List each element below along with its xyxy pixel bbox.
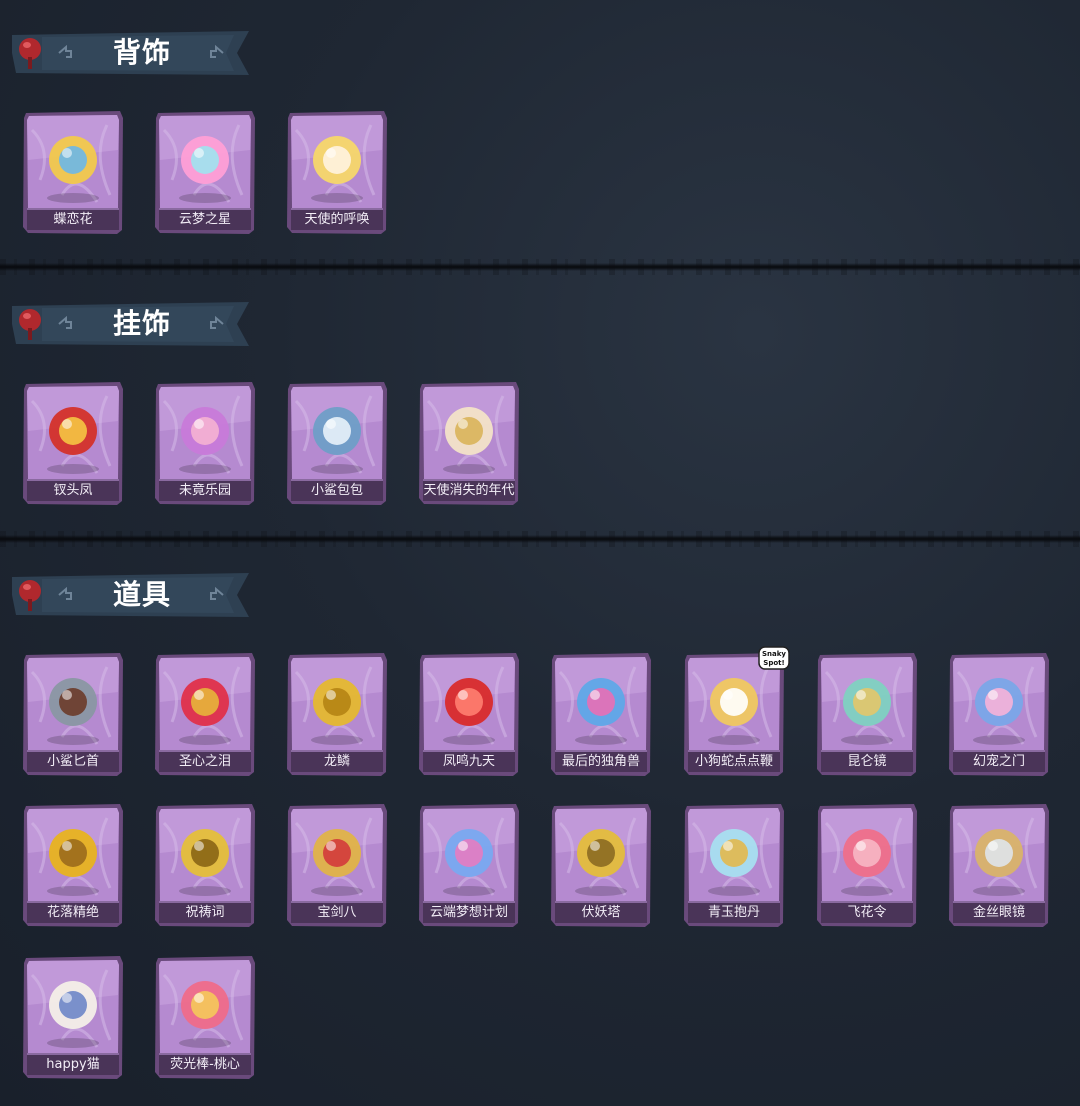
item-card[interactable]: 幻宠之门 [948,652,1050,777]
item-card[interactable]: 最后的独角兽 [550,652,652,777]
arrow-left-icon [58,316,72,329]
jade-vase-icon [708,829,760,896]
golden-shovel-icon [311,678,363,745]
item-card[interactable]: 未竟乐园 [154,381,256,506]
gold-cross-icon [179,829,231,896]
item-card[interactable]: 昆仑镜 [816,652,918,777]
section-divider [0,531,1080,547]
item-card[interactable]: 青玉抱丹 [683,803,785,928]
item-name: 昆仑镜 [847,754,887,769]
jade-mirror-icon [841,678,893,745]
item-card[interactable]: 云梦之星 [154,110,256,235]
section-divider [0,259,1080,275]
angel-doll-icon [311,136,363,203]
item-card[interactable]: 蝶恋花 [22,110,124,235]
item-name: 钗头凤 [53,483,93,498]
item-card[interactable]: 伏妖塔 [550,803,652,928]
arrow-right-icon [210,587,224,600]
pushpin-icon [19,309,41,340]
heart-locket-icon [311,829,363,896]
item-name: 荧光棒-桃心 [170,1057,240,1072]
item-name: 伏妖塔 [581,905,621,920]
section-title: 背饰 [112,36,171,69]
section-header-back-accessories: 背饰 [12,31,249,75]
item-card[interactable]: 凤鸣九天 [418,652,520,777]
arrow-left-icon [58,45,72,58]
item-card[interactable]: 荧光棒-桃心 [154,955,256,1080]
item-name: happy猫 [46,1057,100,1072]
section-title: 道具 [112,578,171,611]
golden-pagoda-icon [575,829,627,896]
item-name: 凤鸣九天 [442,754,495,769]
item-name: 蝶恋花 [53,212,93,227]
pushpin-icon [19,38,41,69]
flower-bouquet-icon [841,829,893,896]
svg-text:Spot!: Spot! [763,659,784,667]
item-name: 圣心之泪 [178,754,231,769]
item-card[interactable]: 飞花令 [816,803,918,928]
section-header-pendants: 挂饰 [12,302,249,346]
item-name: 最后的独角兽 [561,754,640,769]
item-card[interactable]: 小鲨匕首 [22,652,124,777]
svg-text:Snaky: Snaky [762,650,786,658]
dancing-cat-icon [47,981,99,1048]
shark-dagger-icon [47,678,99,745]
arrow-right-icon [210,316,224,329]
butterfly-bell-icon [47,136,99,203]
pushpin-icon [19,580,41,611]
item-card[interactable]: 金丝眼镜 [948,803,1050,928]
item-name: 幻宠之门 [972,754,1025,769]
snaky-spot-badge: Snaky Spot! [758,646,790,670]
item-card[interactable]: 小狗蛇点点鞭 [683,652,785,777]
section-title: 挂饰 [112,307,171,340]
item-name: 云梦之星 [178,212,231,227]
glasses-icon [973,829,1025,896]
candy-girl-doll-icon [179,407,231,474]
item-card[interactable]: 天使的呼唤 [286,110,388,235]
item-name: 龙鳞 [323,754,350,769]
unicorn-horn-icon [575,678,627,745]
arrow-left-icon [58,587,72,600]
item-name: 未竟乐园 [178,483,231,498]
item-card[interactable]: 小鲨包包 [286,381,388,506]
item-name: 青玉抱丹 [707,905,760,920]
item-name: 天使的呼唤 [304,212,370,227]
heart-wand-icon [179,981,231,1048]
gold-flower-chain-icon [47,829,99,896]
unicorn-cloud-icon [179,136,231,203]
item-name: 花落精绝 [46,905,99,920]
shark-bag-icon [311,407,363,474]
item-card[interactable]: 圣心之泪 [154,652,256,777]
red-sword-icon [443,678,495,745]
ruby-scepter-icon [179,678,231,745]
item-name: 小狗蛇点点鞭 [694,754,773,769]
item-name: 小鲨匕首 [46,754,99,769]
item-name: 天使消失的年代 [423,483,515,498]
item-card[interactable]: happy猫 [22,955,124,1080]
phoenix-crown-doll-icon [47,407,99,474]
item-name: 金丝眼镜 [972,905,1025,920]
item-name: 飞花令 [847,905,887,920]
snake-whip-icon [708,678,760,745]
item-card[interactable]: 宝剑八 [286,803,388,928]
item-card[interactable]: 花落精绝 [22,803,124,928]
star-wand-icon [443,829,495,896]
item-card[interactable]: 祝祷词 [154,803,256,928]
item-card[interactable]: 钗头凤 [22,381,124,506]
item-name: 宝剑八 [317,905,357,920]
pet-device-icon [973,678,1025,745]
item-name: 小鲨包包 [310,483,363,498]
section-header-props: 道具 [12,573,249,617]
arrow-right-icon [210,45,224,58]
item-name: 云端梦想计划 [429,905,508,920]
item-card[interactable]: 龙鳞 [286,652,388,777]
item-card[interactable]: 天使消失的年代 [418,381,520,506]
halo-girl-icon [443,407,495,474]
item-name: 祝祷词 [185,905,225,920]
item-card[interactable]: 云端梦想计划 [418,803,520,928]
